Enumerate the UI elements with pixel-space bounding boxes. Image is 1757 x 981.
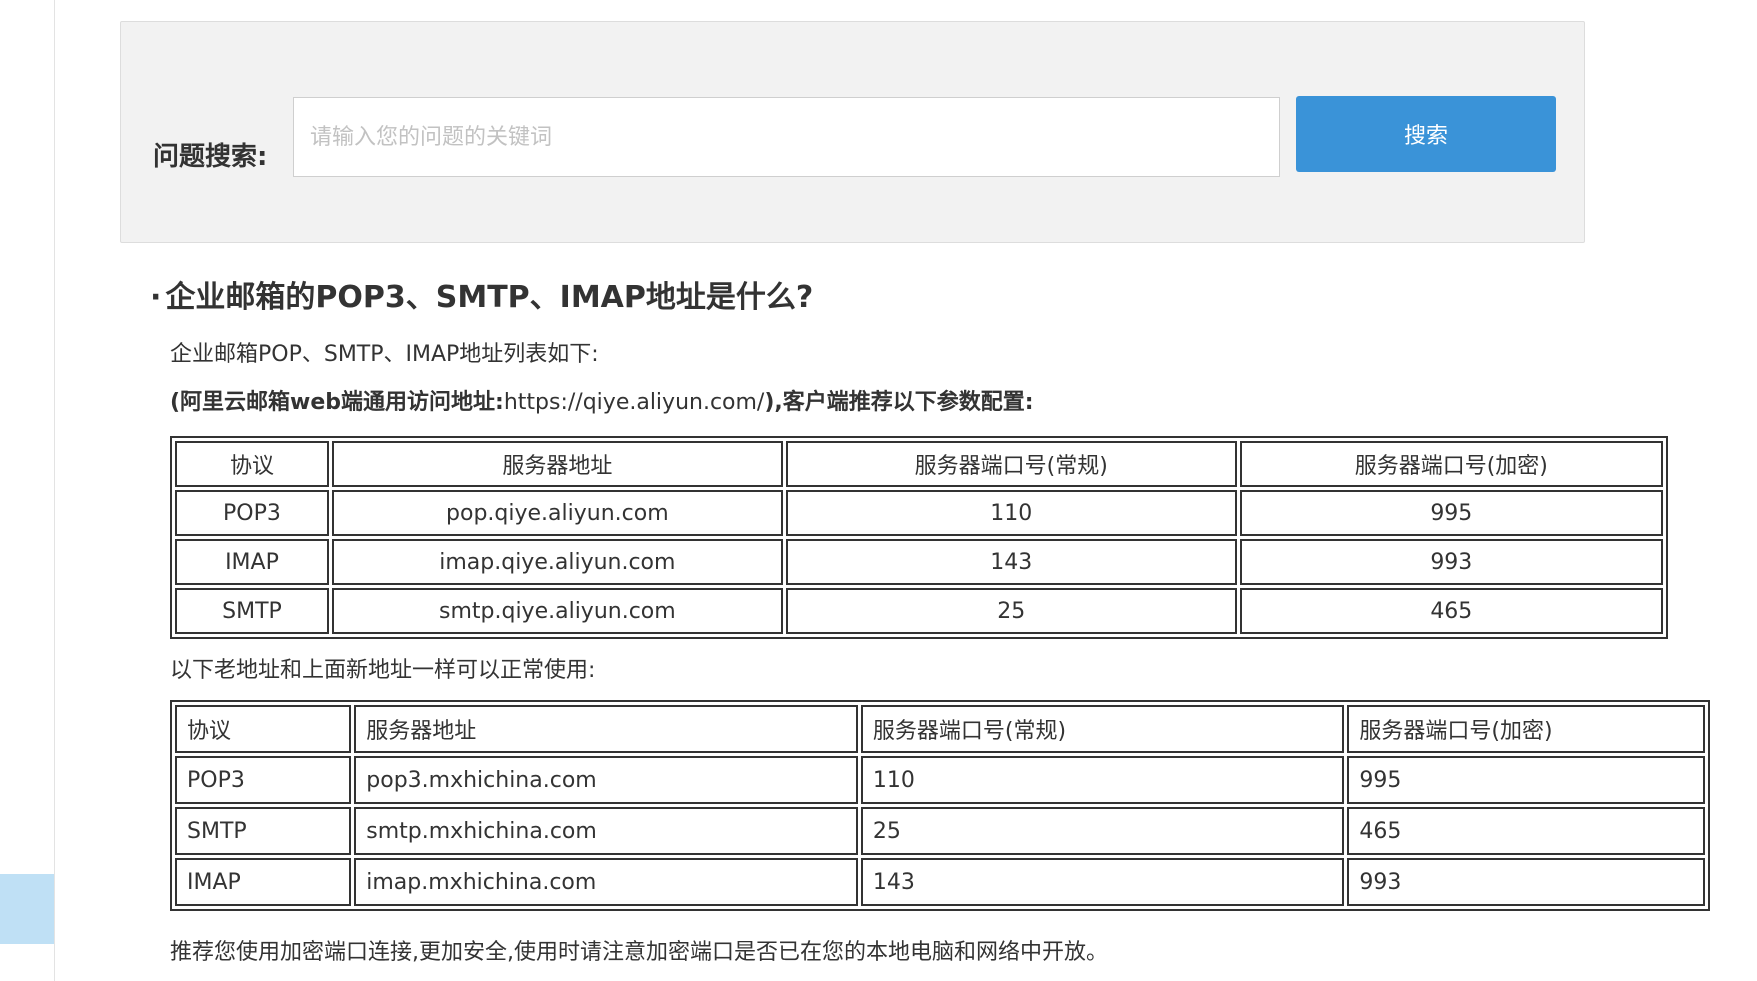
table-cell: SMTP [175,807,352,855]
table-cell: IMAP [175,858,352,906]
note-suffix: ),客户端推荐以下参数配置: [764,390,1034,415]
table-cell: 110 [860,756,1345,804]
search-panel: 问题搜索: 搜索 [120,21,1585,243]
note-prefix: (阿里云邮箱web端通用访问地址: [170,390,504,415]
header-server-address: 服务器地址 [354,705,858,753]
table-cell: IMAP [175,539,329,585]
table-row: IMAP imap.mxhichina.com 143 993 [175,858,1705,906]
table-cell: pop.qiye.aliyun.com [331,490,783,536]
intro-text: 企业邮箱POP、SMTP、IMAP地址列表如下: [170,342,599,367]
old-address-intro: 以下老地址和上面新地址一样可以正常使用: [170,658,596,683]
header-protocol: 协议 [175,441,329,487]
table-row: SMTP smtp.qiye.aliyun.com 25 465 [175,588,1663,634]
table-cell: 143 [860,858,1345,906]
header-port-normal: 服务器端口号(常规) [860,705,1345,753]
table-cell: 465 [1347,807,1705,855]
left-sidebar [0,0,55,981]
table-cell: 993 [1239,539,1663,585]
table-row: IMAP imap.qiye.aliyun.com 143 993 [175,539,1663,585]
web-access-url[interactable]: https://qiye.aliyun.com/ [504,390,765,415]
old-server-table: 协议 服务器地址 服务器端口号(常规) 服务器端口号(加密) POP3 pop3… [170,700,1710,911]
table-cell: SMTP [175,588,329,634]
title-bullet: · [150,280,162,315]
table-cell: POP3 [175,490,329,536]
sidebar-tab[interactable] [0,874,54,944]
table-row: SMTP smtp.mxhichina.com 25 465 [175,807,1705,855]
table-cell: pop3.mxhichina.com [354,756,858,804]
table-cell: POP3 [175,756,352,804]
table-header-row: 协议 服务器地址 服务器端口号(常规) 服务器端口号(加密) [175,441,1663,487]
article-title: · 企业邮箱的POP3、SMTP、IMAP地址是什么? [150,272,813,316]
table-cell: imap.qiye.aliyun.com [331,539,783,585]
table-cell: 25 [785,588,1237,634]
search-button[interactable]: 搜索 [1296,96,1556,172]
table-cell: smtp.qiye.aliyun.com [331,588,783,634]
search-input[interactable] [293,97,1280,177]
table-cell: 465 [1239,588,1663,634]
table-cell: 110 [785,490,1237,536]
header-port-normal: 服务器端口号(常规) [785,441,1237,487]
table-cell: smtp.mxhichina.com [354,807,858,855]
table-row: POP3 pop.qiye.aliyun.com 110 995 [175,490,1663,536]
web-access-note: (阿里云邮箱web端通用访问地址:https://qiye.aliyun.com… [170,384,1034,416]
table-cell: 993 [1347,858,1705,906]
table-row: POP3 pop3.mxhichina.com 110 995 [175,756,1705,804]
table-header-row: 协议 服务器地址 服务器端口号(常规) 服务器端口号(加密) [175,705,1705,753]
header-port-encrypted: 服务器端口号(加密) [1347,705,1705,753]
footer-note: 推荐您使用加密端口连接,更加安全,使用时请注意加密端口是否已在您的本地电脑和网络… [170,940,1108,965]
header-protocol: 协议 [175,705,352,753]
table-cell: 995 [1347,756,1705,804]
article-title-text: 企业邮箱的POP3、SMTP、IMAP地址是什么? [165,280,814,315]
search-label: 问题搜索: [153,142,268,172]
new-server-table: 协议 服务器地址 服务器端口号(常规) 服务器端口号(加密) POP3 pop.… [170,436,1668,639]
table-cell: 995 [1239,490,1663,536]
header-server-address: 服务器地址 [331,441,783,487]
table-cell: imap.mxhichina.com [354,858,858,906]
header-port-encrypted: 服务器端口号(加密) [1239,441,1663,487]
table-cell: 143 [785,539,1237,585]
table-cell: 25 [860,807,1345,855]
